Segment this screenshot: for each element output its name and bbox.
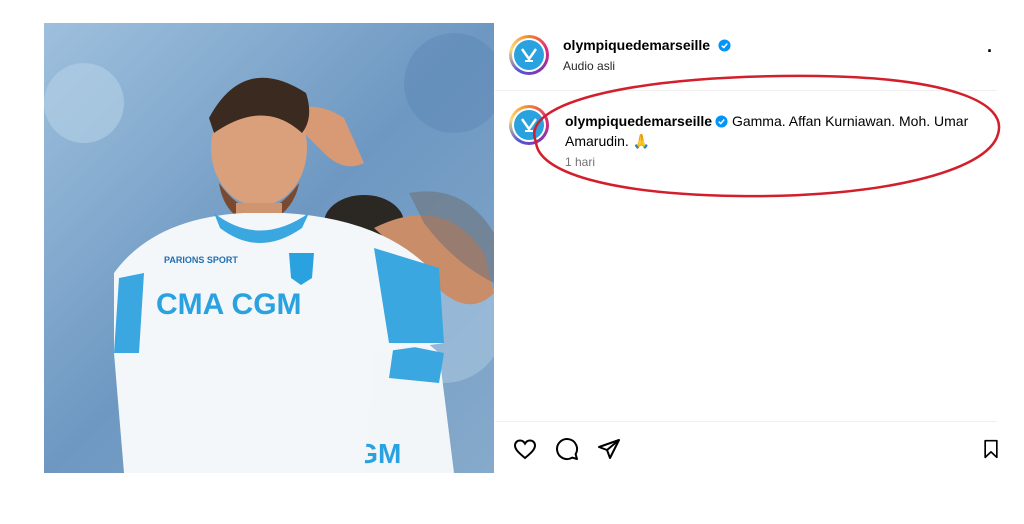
author-avatar[interactable]	[509, 35, 549, 75]
verified-badge-icon	[715, 115, 728, 128]
send-icon[interactable]	[595, 435, 623, 463]
post-header: olympiquedemarseille Audio asli ·	[509, 33, 993, 77]
caption-author-avatar[interactable]	[509, 105, 549, 145]
post-details-panel: olympiquedemarseille Audio asli · olympi…	[495, 23, 998, 473]
author-username[interactable]: olympiquedemarseille	[563, 37, 710, 53]
jersey-sponsor-text: CMA CGM	[156, 288, 302, 321]
club-logo-icon	[514, 110, 544, 140]
sleeve-sponsor-text: PARIONS SPORT	[164, 255, 238, 265]
post-image[interactable]: CGM PARIONS SPORT CMA CGM	[44, 23, 494, 473]
more-options-icon[interactable]: ·	[987, 42, 993, 60]
header-divider	[495, 90, 997, 91]
club-logo-icon	[514, 40, 544, 70]
caption-username[interactable]: olympiquedemarseille	[565, 113, 712, 129]
comment-icon[interactable]	[553, 435, 581, 463]
audio-label[interactable]: Audio asli	[563, 59, 731, 73]
verified-badge-icon	[717, 39, 731, 52]
action-bar	[511, 435, 1001, 463]
heart-icon[interactable]	[511, 435, 539, 463]
praying-hands-emoji: 🙏	[632, 133, 651, 149]
bookmark-icon[interactable]	[981, 435, 1001, 463]
caption: olympiquedemarseille Gamma. Affan Kurnia…	[565, 111, 995, 151]
post-time[interactable]: 1 hari	[565, 155, 595, 169]
actions-divider	[495, 421, 997, 422]
